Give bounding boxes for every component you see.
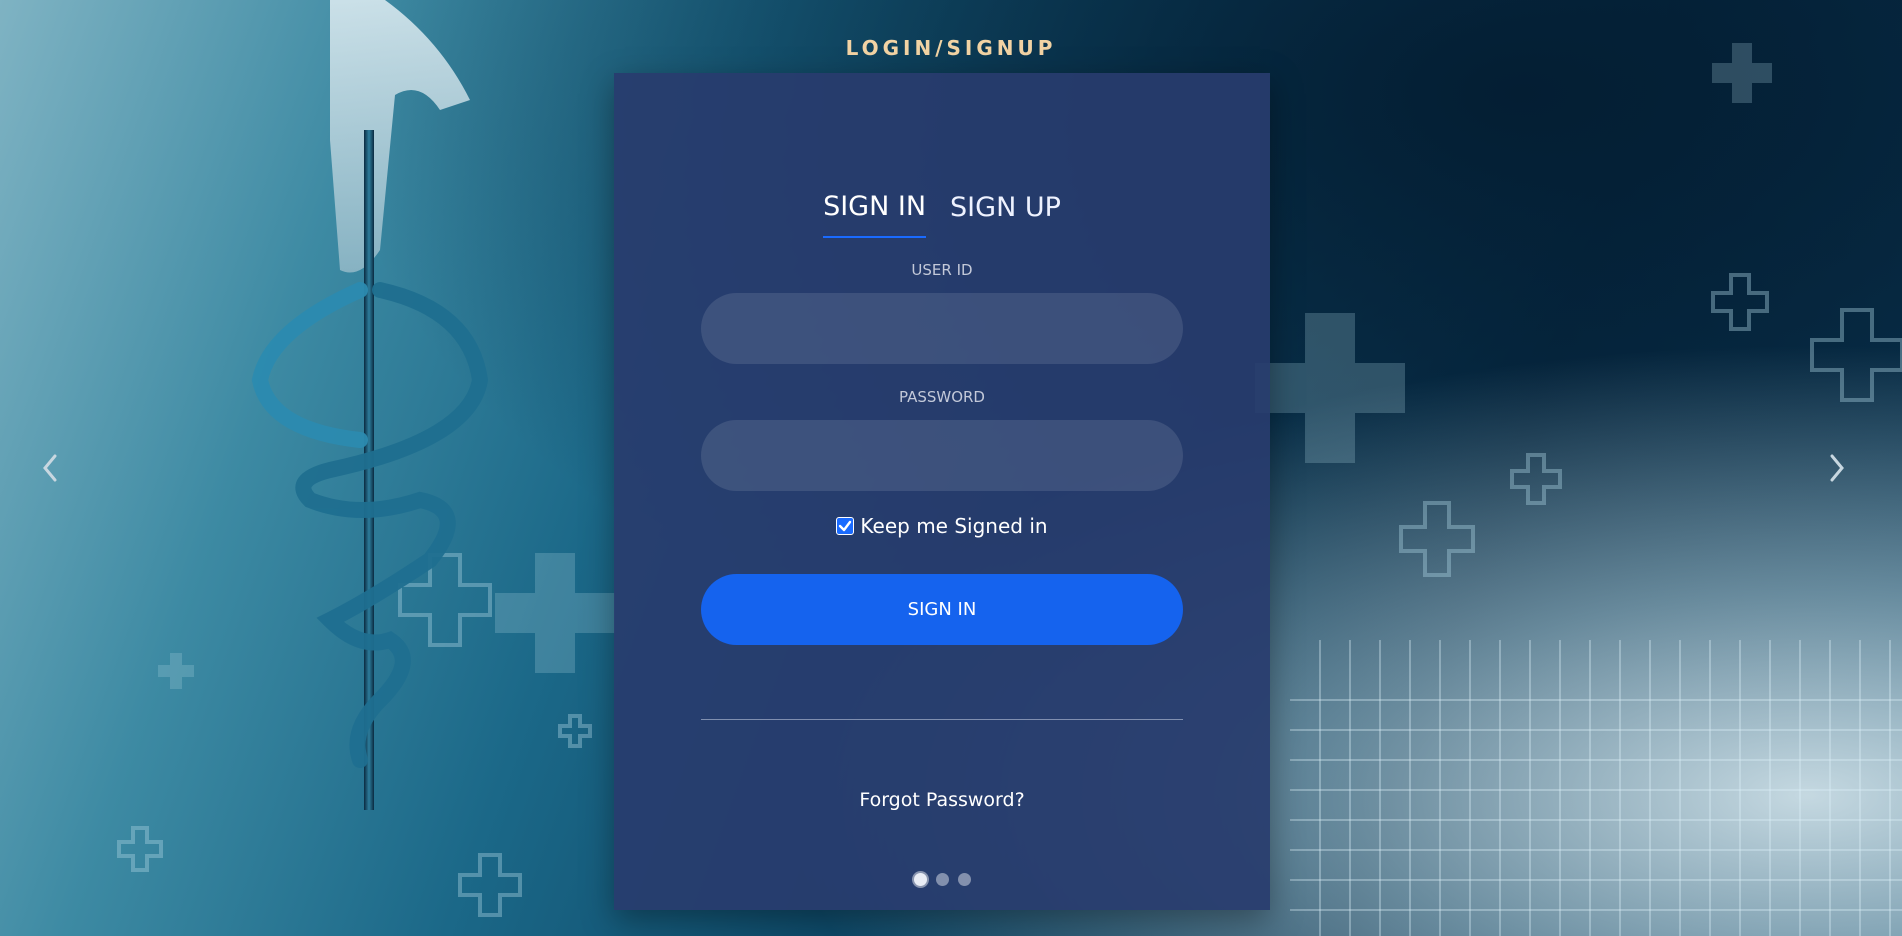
login-card: SIGN IN SIGN UP USER ID PASSWORD Keep me… xyxy=(614,73,1270,910)
carousel-dot-2[interactable] xyxy=(935,873,949,886)
remember-me[interactable]: Keep me Signed in xyxy=(614,514,1270,538)
carousel-indicators xyxy=(614,873,1270,886)
password-label: PASSWORD xyxy=(898,388,985,406)
carousel-dot-3[interactable] xyxy=(957,873,971,886)
tab-sign-up[interactable]: SIGN UP xyxy=(950,191,1061,238)
divider xyxy=(701,719,1183,720)
user-id-label: USER ID xyxy=(911,261,973,279)
page-title: LOGIN/SIGNUP xyxy=(845,36,1057,60)
carousel-next-button[interactable] xyxy=(1822,448,1852,488)
remember-me-checkbox[interactable] xyxy=(836,517,855,535)
chevron-right-icon xyxy=(1830,454,1844,482)
tab-sign-in[interactable]: SIGN IN xyxy=(823,191,927,238)
chevron-left-icon xyxy=(43,454,57,482)
carousel-prev-button[interactable] xyxy=(35,448,65,488)
remember-me-label: Keep me Signed in xyxy=(860,514,1048,538)
checkmark-icon xyxy=(839,520,852,532)
user-id-input[interactable] xyxy=(701,293,1183,364)
password-input[interactable] xyxy=(701,420,1183,491)
sign-in-button[interactable]: SIGN IN xyxy=(701,574,1183,645)
auth-tabs: SIGN IN SIGN UP xyxy=(614,191,1270,238)
forgot-password-link[interactable]: Forgot Password? xyxy=(614,789,1270,811)
carousel-dot-1[interactable] xyxy=(913,873,927,886)
